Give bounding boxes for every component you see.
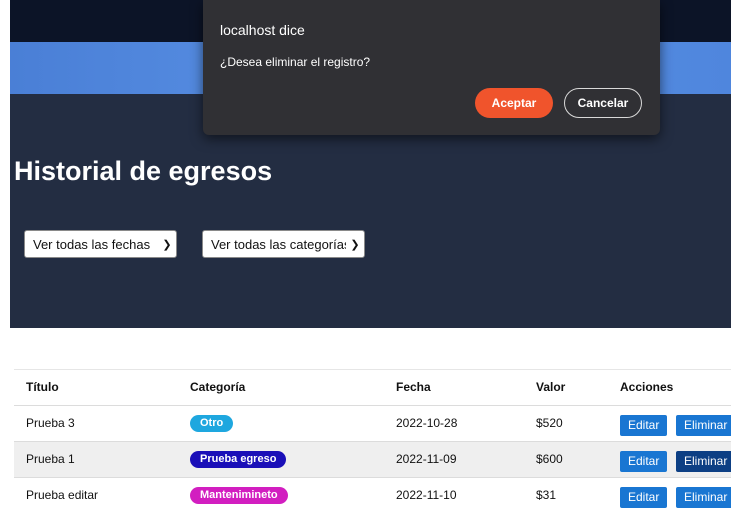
chevron-down-icon: ❯ bbox=[162, 238, 172, 251]
row-title: Prueba editar bbox=[26, 488, 99, 502]
category-filter-value: Ver todas las categorías bbox=[211, 236, 346, 252]
row-category-cell: Prueba egreso bbox=[190, 442, 287, 477]
delete-button[interactable]: Eliminar bbox=[676, 415, 731, 436]
category-filter-select[interactable]: Ver todas las categorías ❯ bbox=[202, 230, 365, 258]
row-value: $31 bbox=[536, 488, 557, 502]
date-filter-select[interactable]: Ver todas las fechas ❯ bbox=[24, 230, 177, 258]
category-badge: Otro bbox=[190, 415, 234, 433]
dialog-title: localhost dice bbox=[220, 22, 305, 38]
date-filter-value: Ver todas las fechas bbox=[33, 236, 151, 252]
edit-button[interactable]: Editar bbox=[620, 415, 668, 436]
row-value: $600 bbox=[536, 452, 563, 466]
table-header-row: Título Categoría Fecha Valor Acciones bbox=[14, 369, 731, 405]
row-value: $520 bbox=[536, 416, 563, 430]
edit-button[interactable]: Editar bbox=[620, 487, 668, 508]
row-category-cell: Otro bbox=[190, 406, 234, 441]
table-row: Prueba 1 Prueba egreso 2022-11-09 $600 E… bbox=[14, 441, 731, 477]
dialog-message: ¿Desea eliminar el registro? bbox=[220, 55, 371, 69]
cancel-button[interactable]: Cancelar bbox=[564, 88, 642, 118]
category-badge: Prueba egreso bbox=[190, 451, 287, 469]
table-row: Prueba editar Mantenimineto 2022-11-10 $… bbox=[14, 477, 731, 531]
column-header-date: Fecha bbox=[396, 380, 431, 394]
row-title: Prueba 3 bbox=[26, 416, 75, 430]
column-header-category: Categoría bbox=[190, 380, 246, 394]
chevron-down-icon: ❯ bbox=[350, 238, 360, 251]
column-header-actions: Acciones bbox=[620, 380, 674, 394]
accept-button[interactable]: Aceptar bbox=[475, 88, 553, 118]
row-date: 2022-11-10 bbox=[396, 488, 457, 502]
table-row: Prueba 3 Otro 2022-10-28 $520 Editar Eli… bbox=[14, 405, 731, 441]
category-badge: Mantenimineto bbox=[190, 487, 288, 505]
row-category-cell: Mantenimineto bbox=[190, 478, 288, 513]
delete-button[interactable]: Eliminar bbox=[676, 487, 731, 508]
page-title: Historial de egresos bbox=[14, 156, 273, 186]
delete-button[interactable]: Eliminar bbox=[676, 451, 731, 472]
row-date: 2022-10-28 bbox=[396, 416, 458, 430]
row-title: Prueba 1 bbox=[26, 452, 75, 466]
column-header-title: Título bbox=[26, 380, 59, 394]
column-header-value: Valor bbox=[536, 380, 566, 394]
confirm-dialog: localhost dice ¿Desea eliminar el regist… bbox=[203, 0, 660, 135]
row-date: 2022-11-09 bbox=[396, 452, 457, 466]
edit-button[interactable]: Editar bbox=[620, 451, 668, 472]
